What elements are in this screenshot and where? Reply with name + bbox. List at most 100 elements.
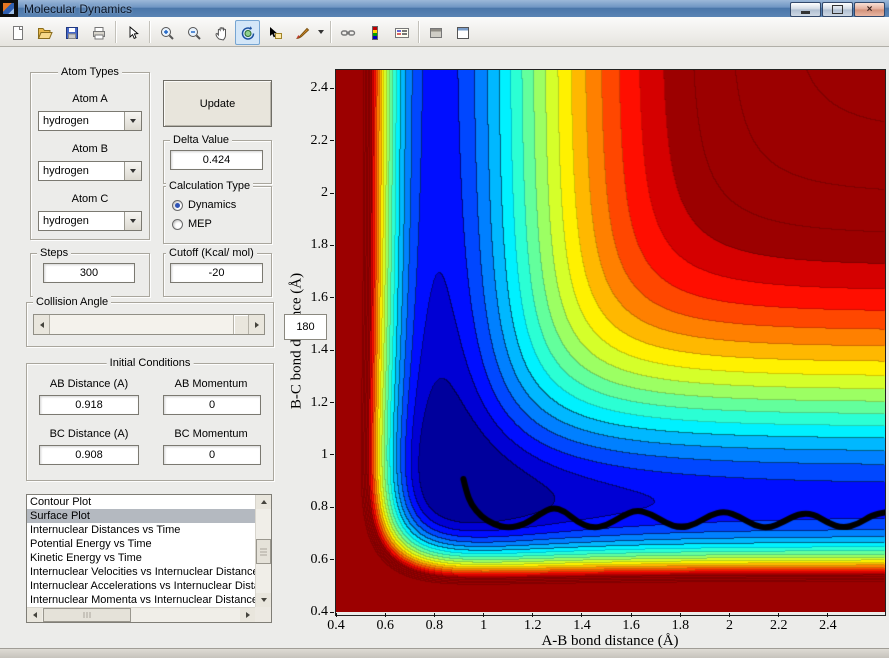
close-button[interactable]: ×	[854, 2, 885, 17]
dropdown-arrow-icon[interactable]	[124, 162, 141, 180]
slider-right-arrow[interactable]	[248, 315, 264, 334]
plot-tools-float-icon	[428, 25, 444, 41]
plot-list-item[interactable]: Internuclear Distances vs Time	[27, 523, 255, 537]
brush-dropdown-arrow[interactable]	[315, 20, 326, 43]
bc-momentum-field[interactable]: 0	[163, 445, 261, 465]
rotate-3d-tool[interactable]	[235, 20, 260, 45]
pan-tool[interactable]	[208, 20, 233, 45]
plot-list-item[interactable]: Internuclear Velocities vs Internuclear …	[27, 565, 255, 579]
plot-list-item[interactable]: Contour Plot	[27, 495, 255, 509]
minimize-button[interactable]	[790, 2, 821, 17]
steps-field[interactable]: 300	[43, 263, 135, 283]
zoom-out-tool[interactable]	[181, 20, 206, 45]
y-tick-mark	[330, 402, 334, 403]
scroll-down-button[interactable]	[256, 593, 271, 607]
insert-legend-tool[interactable]	[389, 20, 414, 45]
panel-steps-title: Steps	[37, 247, 71, 259]
x-tick-label: 0.6	[376, 618, 394, 634]
ab-momentum-field[interactable]: 0	[163, 395, 261, 415]
scroll-right-button[interactable]	[240, 608, 255, 622]
radio-dynamics[interactable]: Dynamics	[172, 198, 236, 212]
y-tick-label: 2.4	[296, 80, 328, 96]
panel-atom-types: Atom Types Atom A hydrogen Atom B hydrog…	[30, 72, 150, 240]
x-tick-mark	[680, 613, 681, 617]
toolbar-separator	[115, 21, 116, 43]
delta-value-field[interactable]: 0.424	[170, 150, 263, 170]
cutoff-field[interactable]: -20	[170, 263, 263, 283]
y-tick-mark	[330, 350, 334, 351]
save-tool[interactable]	[59, 20, 84, 45]
new-file-tool[interactable]	[5, 20, 30, 45]
caret-down-icon	[318, 30, 324, 34]
contour-surface-canvas[interactable]	[336, 70, 885, 612]
y-tick-mark	[330, 612, 334, 613]
zoom-out-icon	[186, 25, 202, 41]
panel-atom-types-title: Atom Types	[58, 66, 122, 78]
brush-icon	[294, 25, 310, 41]
x-tick-label: 0.4	[327, 618, 345, 634]
radio-dynamics-circle	[172, 200, 183, 211]
scroll-up-button[interactable]	[256, 495, 271, 509]
plot-list-item[interactable]: Potential Energy vs Time	[27, 537, 255, 551]
panel-steps: Steps 300	[30, 253, 150, 297]
atom-a-label: Atom A	[31, 93, 149, 105]
x-tick-label: 1.2	[524, 618, 542, 634]
ab-distance-label: AB Distance (A)	[29, 378, 149, 390]
atom-c-dropdown[interactable]: hydrogen	[38, 211, 142, 231]
plot-list-item[interactable]: Kinetic Energy vs Time	[27, 551, 255, 565]
plot-type-listbox[interactable]: Contour PlotSurface PlotInternuclear Dis…	[26, 494, 272, 623]
slider-left-arrow[interactable]	[34, 315, 50, 334]
y-tick-label: 1	[296, 447, 328, 463]
radio-mep[interactable]: MEP	[172, 217, 212, 231]
ab-distance-field[interactable]: 0.918	[39, 395, 139, 415]
dropdown-arrow-icon[interactable]	[124, 112, 141, 130]
plot-list-item[interactable]: Surface Plot	[27, 509, 255, 523]
list-vertical-scrollbar[interactable]	[255, 495, 271, 607]
title-bar[interactable]: Molecular Dynamics ×	[0, 0, 889, 17]
x-tick-mark	[434, 613, 435, 617]
plot-tools-float-tool[interactable]	[423, 20, 448, 45]
update-button[interactable]: Update	[163, 80, 272, 127]
app-icon	[0, 0, 18, 17]
scroll-left-button[interactable]	[27, 608, 42, 622]
y-tick-mark	[330, 297, 334, 298]
atom-b-dropdown[interactable]: hydrogen	[38, 161, 142, 181]
update-button-label: Update	[200, 98, 235, 110]
panel-initial-conditions: Initial Conditions AB Distance (A) AB Mo…	[26, 363, 274, 481]
vertical-scroll-thumb[interactable]	[256, 539, 271, 564]
x-tick-label: 2.4	[819, 618, 837, 634]
plot-tools-dock-tool[interactable]	[450, 20, 475, 45]
insert-colorbar-tool[interactable]	[362, 20, 387, 45]
x-tick-mark	[729, 613, 730, 617]
bc-distance-field[interactable]: 0.908	[39, 445, 139, 465]
slider-track[interactable]	[50, 315, 248, 334]
y-tick-mark	[330, 507, 334, 508]
zoom-in-icon	[159, 25, 175, 41]
plot-list-item[interactable]: Internuclear Accelerations vs Internucle…	[27, 579, 255, 593]
data-cursor-tool[interactable]	[262, 20, 287, 45]
y-tick-mark	[330, 88, 334, 89]
collision-angle-slider[interactable]	[33, 314, 265, 335]
dropdown-arrow-icon[interactable]	[124, 212, 141, 230]
y-tick-label: 2	[296, 185, 328, 201]
new-file-icon	[10, 25, 26, 41]
plot-list-item[interactable]: Internuclear Momenta vs Internuclear Dis…	[27, 593, 255, 607]
bc-distance-label: BC Distance (A)	[29, 428, 149, 440]
x-tick-mark	[483, 613, 484, 617]
maximize-button[interactable]	[822, 2, 853, 17]
atom-a-dropdown[interactable]: hydrogen	[38, 111, 142, 131]
print-icon	[91, 25, 107, 41]
print-tool[interactable]	[86, 20, 111, 45]
plot-axes[interactable]	[335, 69, 886, 616]
y-tick-label: 1.8	[296, 237, 328, 253]
zoom-in-tool[interactable]	[154, 20, 179, 45]
window-bottom-edge	[0, 648, 889, 658]
horizontal-scroll-thumb[interactable]	[43, 608, 131, 622]
link-plots-tool[interactable]	[335, 20, 360, 45]
edit-cursor-tool[interactable]	[120, 20, 145, 45]
slider-thumb[interactable]	[233, 315, 248, 334]
open-file-tool[interactable]	[32, 20, 57, 45]
list-horizontal-scrollbar[interactable]	[27, 607, 255, 622]
atom-c-label: Atom C	[31, 193, 149, 205]
brush-tool[interactable]	[289, 20, 314, 45]
